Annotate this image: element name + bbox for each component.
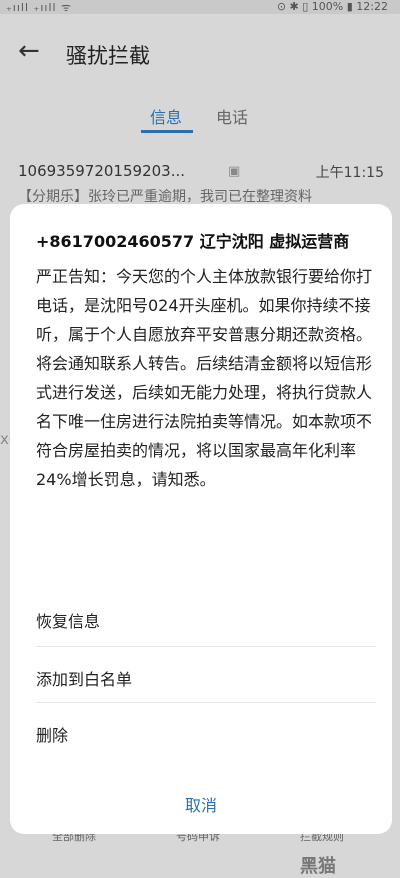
tab-calls[interactable]: 电话 (216, 104, 248, 128)
add-to-whitelist-option[interactable]: 添加到白名单 (36, 666, 366, 690)
divider (36, 702, 376, 703)
restore-message-option[interactable]: 恢复信息 (36, 608, 366, 632)
delete-option[interactable]: 删除 (36, 722, 366, 746)
signal-indicators: ₊ııll ₊ııll ᯤ (6, 1, 73, 14)
page-title: 骚扰拦截 (66, 44, 150, 68)
back-arrow-icon[interactable]: ← (18, 36, 40, 66)
status-icons: ⊙ ✱ ▯ 100% ▮ 12:22 (276, 0, 388, 13)
divider (36, 646, 376, 647)
watermark-logo: 黑猫 (300, 856, 336, 877)
status-bar: ₊ııll ₊ııll ᯤ ⊙ ✱ ▯ 100% ▮ 12:22 (0, 0, 400, 14)
cancel-button[interactable]: 取消 (10, 792, 392, 816)
dialog-message-body: 严正告知：今天您的个人主体放款银行要给你打电话，是沈阳号024开头座机。如果你持… (36, 267, 373, 489)
message-dialog: +8617002460577 辽宁沈阳 虚拟运营商 严正告知：今天您的个人主体放… (10, 204, 392, 834)
bottom-toolbar: 全部删除 号码申诉 拦截规则 (0, 828, 400, 877)
dialog-title: +8617002460577 辽宁沈阳 虚拟运营商 (36, 232, 350, 251)
tab-messages[interactable]: 信息 (150, 104, 182, 128)
document-icon: ▣ (228, 164, 241, 179)
message-snippet: 【分期乐】张玲已严重逾期，我司已在整理资料 (18, 189, 312, 205)
active-tab-indicator (141, 130, 193, 133)
list-item[interactable]: 1069359720159203... ▣ 上午11:15 【分期乐】张玲已严重… (18, 162, 388, 206)
message-time: 上午11:15 (315, 165, 384, 181)
tab-bar: 信息 电话 (0, 100, 400, 130)
app-header: ← 骚扰拦截 (0, 20, 400, 90)
